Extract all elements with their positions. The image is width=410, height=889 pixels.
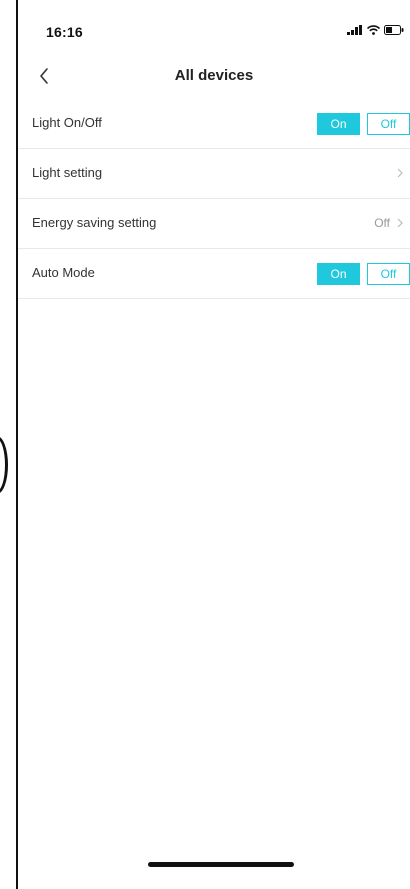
light-on-off-label: Light On/Off bbox=[32, 115, 102, 130]
status-time: 16:16 bbox=[46, 24, 83, 40]
page-title: All devices bbox=[174, 67, 254, 84]
auto-mode-on-button[interactable]: On bbox=[317, 263, 360, 285]
light-on-off-row: Light On/Off On Off bbox=[18, 99, 410, 149]
auto-mode-label: Auto Mode bbox=[32, 265, 95, 280]
energy-saving-row[interactable]: Energy saving setting Off bbox=[18, 199, 410, 249]
light-on-off-toggle: On Off bbox=[317, 113, 410, 135]
settings-list: Light On/Off On Off Light setting Energy… bbox=[18, 99, 410, 299]
light-setting-label: Light setting bbox=[32, 165, 103, 180]
wifi-icon bbox=[367, 25, 380, 35]
status-bar: 16:16 bbox=[18, 0, 410, 58]
light-on-button[interactable]: On bbox=[317, 113, 360, 135]
signal-icon bbox=[347, 25, 362, 35]
energy-saving-value: Off bbox=[374, 216, 390, 230]
navigation-bar: All devices bbox=[18, 58, 410, 98]
energy-saving-label: Energy saving setting bbox=[32, 215, 157, 230]
chevron-right-icon bbox=[397, 218, 403, 228]
phone-frame: 16:16 All devices Light On/Off On Off Li… bbox=[0, 0, 410, 889]
app-screen: 16:16 All devices Light On/Off On Off Li… bbox=[18, 0, 410, 889]
auto-mode-toggle: On Off bbox=[317, 263, 410, 285]
light-off-button[interactable]: Off bbox=[367, 113, 410, 135]
device-side-button bbox=[0, 436, 8, 494]
battery-icon bbox=[384, 25, 404, 35]
status-icons bbox=[347, 25, 404, 35]
chevron-right-icon bbox=[397, 168, 403, 178]
auto-mode-off-button[interactable]: Off bbox=[367, 263, 410, 285]
auto-mode-row: Auto Mode On Off bbox=[18, 249, 410, 299]
light-setting-row[interactable]: Light setting bbox=[18, 149, 410, 199]
home-indicator[interactable] bbox=[148, 862, 294, 867]
